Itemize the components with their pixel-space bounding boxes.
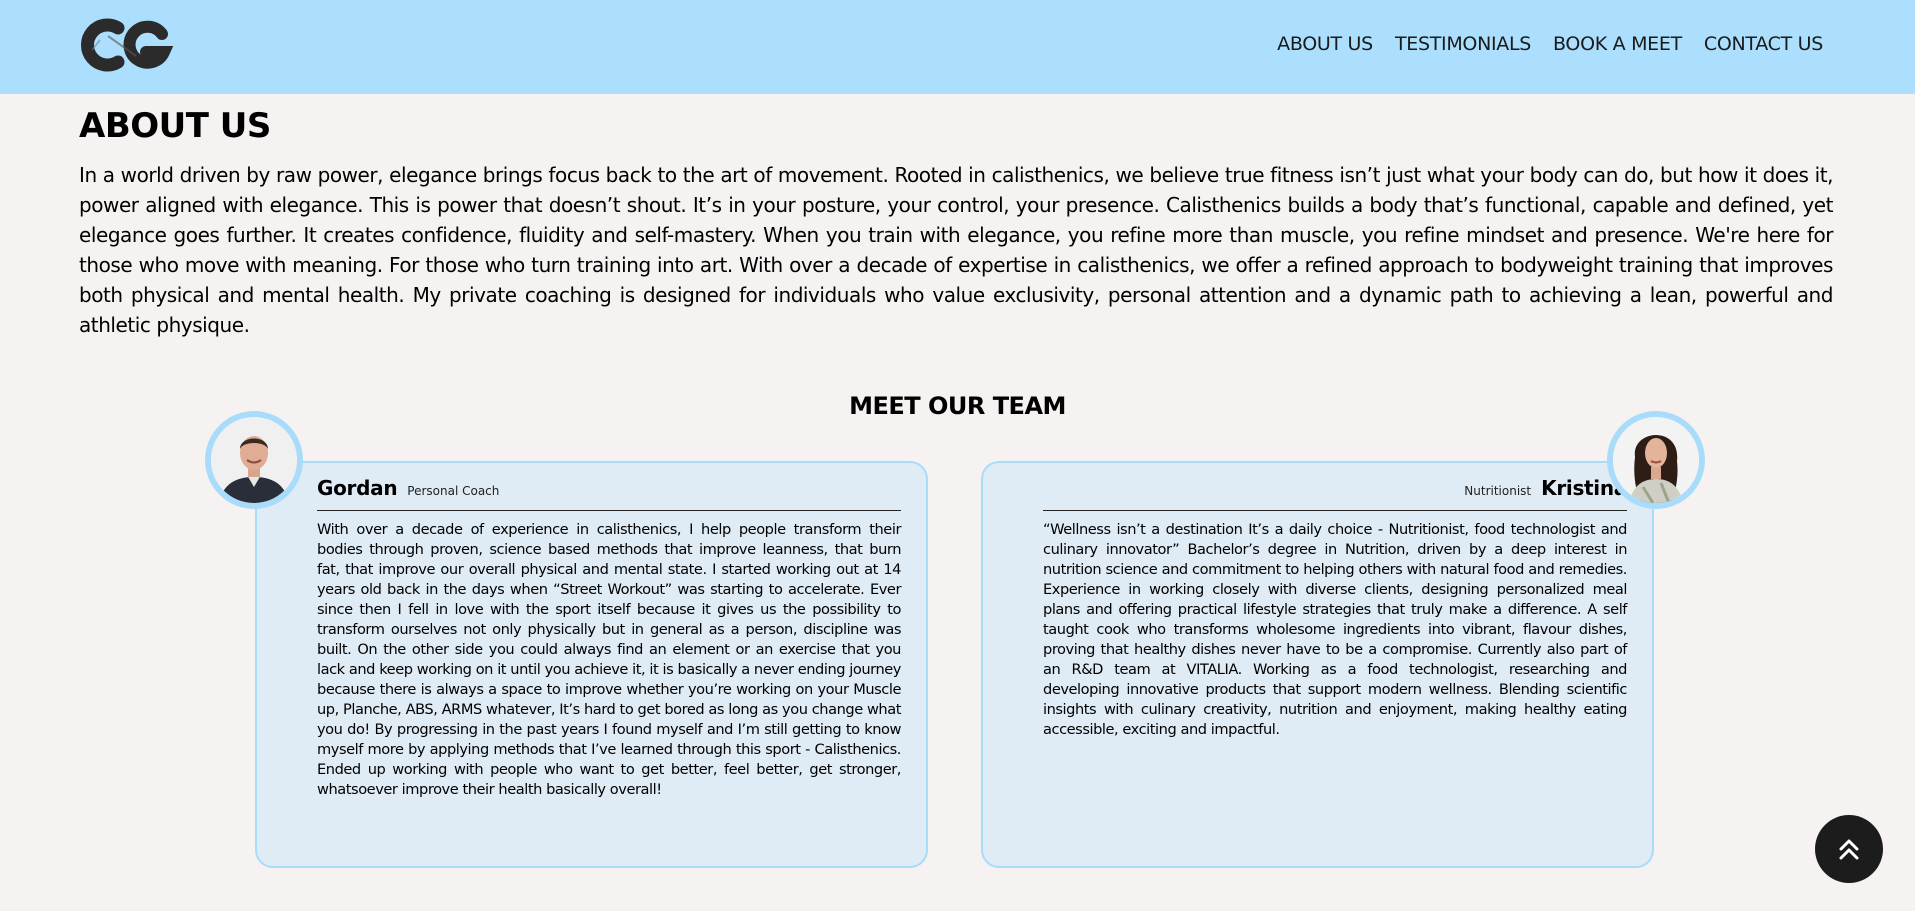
double-chevron-up-icon — [1839, 839, 1859, 860]
team-title: MEET OUR TEAM — [849, 392, 1066, 420]
card-header: Nutritionist Kristina — [1043, 476, 1627, 511]
member-bio: With over a decade of experience in cali… — [317, 521, 901, 798]
member-bio: “Wellness isn’t a destination It’s a dai… — [1043, 521, 1627, 738]
about-text: In a world driven by raw power, elegance… — [79, 163, 1833, 337]
nav-contact-us[interactable]: CONTACT US — [1704, 33, 1823, 55]
cg-logo-icon[interactable] — [78, 16, 174, 76]
member-name: Gordan — [317, 476, 398, 500]
main-nav: ABOUT US TESTIMONIALS BOOK A MEET CONTAC… — [1277, 33, 1823, 55]
about-title: ABOUT US — [79, 106, 271, 146]
member-role: Personal Coach — [407, 484, 500, 498]
nav-testimonials[interactable]: TESTIMONIALS — [1395, 33, 1531, 55]
avatar-kristina — [1607, 411, 1705, 509]
site-header: ABOUT US TESTIMONIALS BOOK A MEET CONTAC… — [0, 0, 1915, 94]
nav-book-a-meet[interactable]: BOOK A MEET — [1553, 33, 1682, 55]
member-role: Nutritionist — [1464, 484, 1532, 498]
nav-about-us[interactable]: ABOUT US — [1277, 33, 1373, 55]
card-header: Gordan Personal Coach — [317, 476, 901, 511]
team-card-gordan: Gordan Personal Coach With over a decade… — [255, 461, 928, 868]
scroll-to-top-button[interactable] — [1815, 815, 1883, 883]
team-card-kristina: Nutritionist Kristina “Wellness isn’t a … — [981, 461, 1654, 868]
avatar-gordan — [205, 411, 303, 509]
